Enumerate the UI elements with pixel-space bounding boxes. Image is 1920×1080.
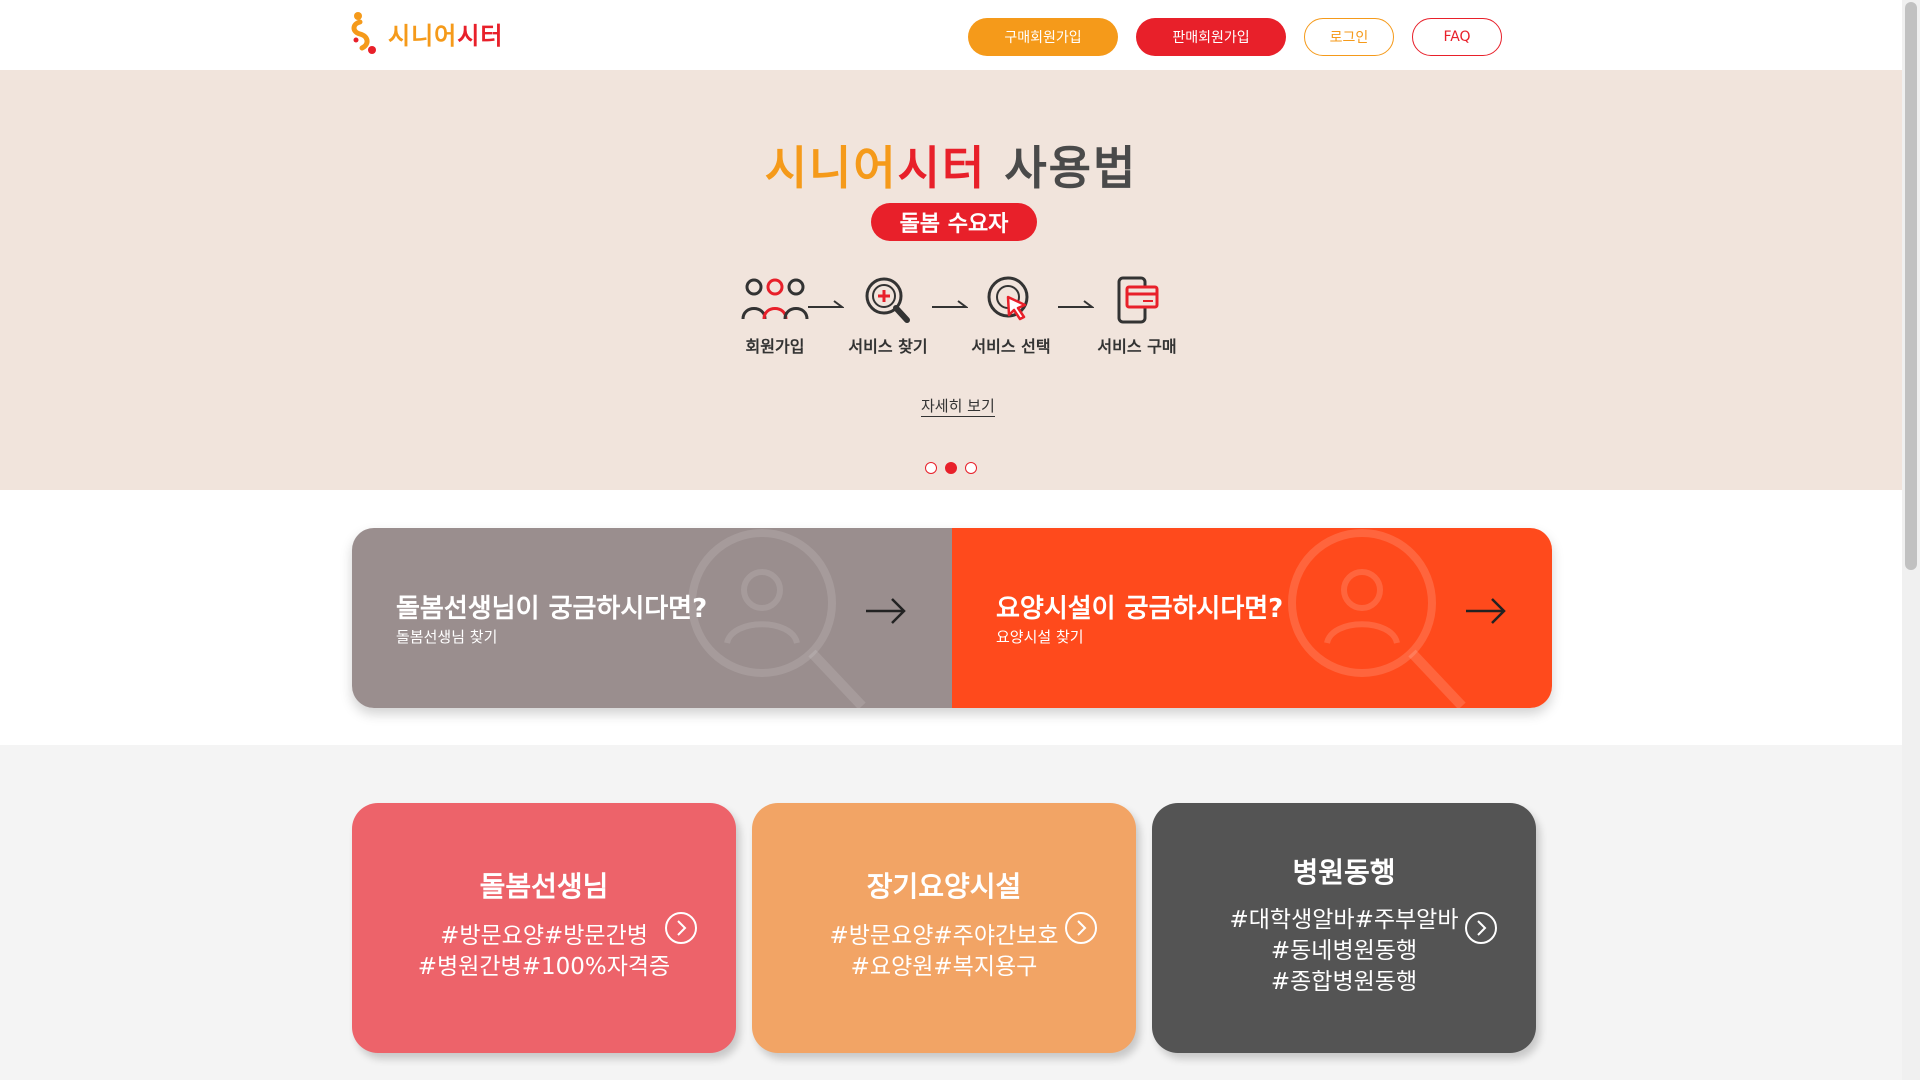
faq-button[interactable]: FAQ bbox=[1412, 18, 1502, 56]
circle-chevron-right-icon bbox=[1065, 912, 1097, 944]
logo-mark-icon bbox=[350, 10, 380, 56]
slide-dot-1[interactable] bbox=[925, 462, 937, 474]
arrow-right-icon bbox=[866, 598, 906, 624]
circle-chevron-right-icon bbox=[1465, 912, 1497, 944]
slide-dot-3[interactable] bbox=[965, 462, 977, 474]
hero-slider: 시니어시터 사용법 돌봄 수요자 회원가입 서비스 찾기 서비스 선택 서비스 … bbox=[0, 70, 1902, 490]
step-purchase-service: 서비스 구매 bbox=[1082, 275, 1192, 357]
category-title: 병원동행 bbox=[1292, 856, 1396, 889]
magnifier-plus-icon bbox=[865, 277, 910, 323]
category-facility-card[interactable]: 장기요양시설 #방문요양#주야간보호 #요양원#복지용구 bbox=[752, 803, 1136, 1053]
phone-card-icon bbox=[1117, 276, 1159, 324]
circle-chevron-right-icon bbox=[665, 912, 697, 944]
step-label: 서비스 선택 bbox=[971, 337, 1051, 356]
people-icon bbox=[741, 278, 809, 320]
step-find-service: 서비스 찾기 bbox=[833, 275, 943, 357]
category-tag-line: #종합병원동행 bbox=[1270, 969, 1418, 995]
category-title: 돌봄선생님 bbox=[479, 870, 609, 903]
category-title: 장기요양시설 bbox=[866, 870, 1022, 903]
step-label: 서비스 찾기 bbox=[848, 337, 928, 356]
slide-dot-2[interactable] bbox=[945, 462, 957, 474]
find-caregiver-banner[interactable]: 돌봄선생님이 궁금하시다면? 돌봄선생님 찾기 bbox=[352, 528, 952, 708]
step-select-service: 서비스 선택 bbox=[956, 275, 1066, 357]
logo-text: 시니어시터 bbox=[388, 21, 504, 50]
arrow-right-icon bbox=[1466, 598, 1506, 624]
category-hospital-escort-card[interactable]: 병원동행 #대학생알바#주부알바 #동네병원동행 #종합병원동행 bbox=[1152, 803, 1536, 1053]
find-facility-banner[interactable]: 요양시설이 궁금하시다면? 요양시설 찾기 bbox=[952, 528, 1552, 708]
seller-signup-button[interactable]: 판매회원가입 bbox=[1136, 18, 1286, 56]
step-label: 회원가입 bbox=[745, 337, 805, 356]
banner-subtitle: 돌봄선생님 찾기 bbox=[396, 628, 498, 646]
category-tag-line: #요양원#복지용구 bbox=[850, 954, 1038, 980]
category-section: 돌봄선생님 #방문요양#방문간병 #병원간병#100%자격증 장기요양시설 #방… bbox=[0, 745, 1902, 1080]
step-signup: 회원가입 bbox=[720, 275, 830, 357]
buyer-signup-button[interactable]: 구매회원가입 bbox=[968, 18, 1118, 56]
banner-subtitle: 요양시설 찾기 bbox=[996, 628, 1084, 646]
usage-steps: 회원가입 서비스 찾기 서비스 선택 서비스 구매 bbox=[720, 275, 1180, 375]
banner-title: 돌봄선생님이 궁금하시다면? bbox=[396, 594, 708, 624]
banner-title: 요양시설이 궁금하시다면? bbox=[996, 594, 1284, 624]
search-banners: 돌봄선생님이 궁금하시다면? 돌봄선생님 찾기 요양시설이 궁금하시다면? 요양… bbox=[352, 528, 1552, 708]
target-cursor-icon bbox=[987, 276, 1029, 321]
category-tag-line: #병원간병#100%자격증 bbox=[417, 954, 671, 980]
login-button[interactable]: 로그인 bbox=[1304, 18, 1394, 56]
top-nav: 구매회원가입 판매회원가입 로그인 FAQ bbox=[968, 18, 1502, 56]
hero-badge: 돌봄 수요자 bbox=[871, 203, 1037, 241]
scrollbar-thumb[interactable] bbox=[1905, 2, 1917, 570]
slider-dots bbox=[925, 462, 977, 474]
page-scrollbar[interactable] bbox=[1902, 0, 1920, 1080]
site-header: 시니어시터 구매회원가입 판매회원가입 로그인 FAQ bbox=[0, 0, 1902, 70]
hero-title: 시니어시터 사용법 bbox=[764, 141, 1138, 195]
more-details-link[interactable]: 자세히 보기 bbox=[921, 395, 995, 417]
logo[interactable]: 시니어시터 bbox=[350, 10, 503, 56]
step-label: 서비스 구매 bbox=[1097, 337, 1177, 356]
category-caregiver-card[interactable]: 돌봄선생님 #방문요양#방문간병 #병원간병#100%자격증 bbox=[352, 803, 736, 1053]
